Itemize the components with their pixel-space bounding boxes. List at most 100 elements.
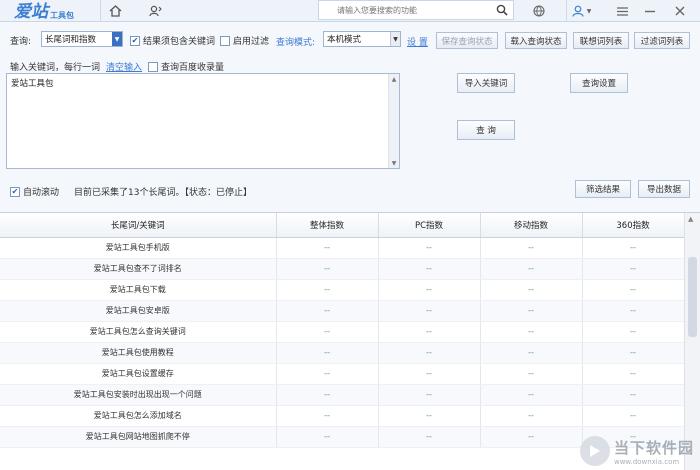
keyword-textarea[interactable]: [7, 74, 389, 168]
input-hint: 输入关键词，每行一词: [10, 63, 101, 73]
scroll-down-icon[interactable]: ▼: [389, 158, 399, 168]
keyword-cell: 爱站工具包使用教程: [0, 342, 277, 364]
index-360-cell: --: [582, 300, 685, 322]
save-state-button[interactable]: 保存查询状态: [436, 32, 498, 49]
query-mode-select[interactable]: 本机模式 ▼: [323, 31, 401, 47]
index-360-cell: --: [582, 321, 685, 343]
query-button[interactable]: 查 询: [457, 120, 515, 140]
results-table: 长尾词/关键词 整体指数 PC指数 移动指数 360指数 爱站工具包手机版 -- -…: [0, 213, 685, 448]
load-state-button[interactable]: 载入查询状态: [505, 32, 567, 49]
auto-scroll-checkbox[interactable]: ✔ 自动滚动: [10, 185, 59, 198]
filter-words-button[interactable]: 过滤词列表: [634, 32, 690, 49]
table-row[interactable]: 爱站工具包手机版 -- -- -- --: [0, 237, 685, 259]
account-icon[interactable]: ▼: [566, 0, 596, 22]
watermark-title: 当下软件园: [613, 438, 694, 457]
settings-link[interactable]: 设 置: [407, 35, 428, 48]
filter-results-button[interactable]: 筛选结果: [575, 180, 631, 198]
export-data-button[interactable]: 导出数据: [638, 180, 690, 198]
chevron-down-icon: ▼: [390, 32, 400, 46]
table-row[interactable]: 爱站工具包安装时出现出现一个问题 -- -- -- --: [0, 384, 685, 406]
mobile-index-cell: --: [480, 405, 583, 427]
table-row[interactable]: 爱站工具包下载 -- -- -- --: [0, 279, 685, 301]
column-header-mobile-index[interactable]: 移动指数: [480, 213, 583, 238]
function-search-box[interactable]: [318, 0, 514, 20]
overall-index-cell: --: [276, 300, 379, 322]
function-search-input[interactable]: [319, 1, 491, 19]
table-scrollbar[interactable]: ▲: [684, 213, 700, 470]
baidu-index-checkbox[interactable]: 查询百度收录量: [148, 60, 224, 73]
overall-index-cell: --: [276, 237, 379, 259]
home-icon: [109, 5, 122, 17]
table-row[interactable]: 爱站工具包怎么添加域名 -- -- -- --: [0, 405, 685, 427]
pc-index-cell: --: [378, 384, 481, 406]
watermark-logo-icon: [579, 436, 610, 466]
query-settings-button[interactable]: 查询设置: [570, 73, 628, 93]
contains-keyword-check[interactable]: ✔: [130, 35, 140, 46]
pc-index-cell: --: [378, 426, 481, 448]
enable-filter-label: 启用过滤: [233, 37, 270, 47]
table-scroll-thumb[interactable]: [688, 257, 697, 337]
pc-index-cell: --: [378, 300, 481, 322]
table-row[interactable]: 爱站工具包安卓版 -- -- -- --: [0, 300, 685, 322]
mobile-index-cell: --: [480, 363, 583, 385]
index-360-cell: --: [582, 405, 685, 427]
textarea-scrollbar[interactable]: ▲ ▼: [388, 74, 399, 168]
collection-status: 目前已采集了13个长尾词。【状态：已停止】: [74, 188, 252, 198]
contains-keyword-checkbox[interactable]: ✔ 结果须包含关键词: [130, 34, 215, 47]
index-360-cell: --: [582, 237, 685, 259]
mobile-index-cell: --: [480, 342, 583, 364]
table-row[interactable]: 爱站工具包使用教程 -- -- -- --: [0, 342, 685, 364]
keyword-cell: 爱站工具包怎么查询关键词: [0, 321, 277, 343]
pc-index-cell: --: [378, 237, 481, 259]
keyword-cell: 爱站工具包网站地图抓爬不停: [0, 426, 277, 448]
table-row[interactable]: 爱站工具包查不了词排名 -- -- -- --: [0, 258, 685, 280]
index-360-cell: --: [582, 384, 685, 406]
pc-index-cell: --: [378, 342, 481, 364]
menu-icon[interactable]: [612, 0, 632, 22]
mobile-index-cell: --: [480, 321, 583, 343]
index-360-cell: --: [582, 279, 685, 301]
overall-index-cell: --: [276, 342, 379, 364]
keyword-cell: 爱站工具包查不了词排名: [0, 258, 277, 280]
query-type-value: 长尾词和指数: [45, 35, 97, 45]
user-manage-button[interactable]: [140, 0, 170, 22]
keyword-cell: 爱站工具包安装时出现出现一个问题: [0, 384, 277, 406]
search-icon[interactable]: [491, 1, 513, 19]
scroll-up-icon[interactable]: ▲: [389, 74, 399, 84]
table-row[interactable]: 爱站工具包怎么查询关键词 -- -- -- --: [0, 321, 685, 343]
index-360-cell: --: [582, 363, 685, 385]
close-icon[interactable]: [670, 0, 690, 22]
ball-icon[interactable]: [528, 0, 550, 22]
enable-filter-check[interactable]: [220, 35, 230, 46]
results-table-container: 长尾词/关键词 整体指数 PC指数 移动指数 360指数 爱站工具包手机版 -- -…: [0, 212, 700, 470]
pc-index-cell: --: [378, 363, 481, 385]
query-label: 查询:: [10, 37, 32, 47]
table-header-row: 长尾词/关键词 整体指数 PC指数 移动指数 360指数: [0, 213, 685, 238]
mobile-index-cell: --: [480, 384, 583, 406]
title-bar: 爱站 工具包 ▼: [0, 0, 700, 22]
query-type-select[interactable]: 长尾词和指数 ▼: [41, 31, 123, 47]
mobile-index-cell: --: [480, 300, 583, 322]
column-header-keyword[interactable]: 长尾词/关键词: [0, 213, 277, 238]
overall-index-cell: --: [276, 384, 379, 406]
related-words-button[interactable]: 联想词列表: [573, 32, 629, 49]
home-button[interactable]: [100, 0, 130, 22]
input-panel-header: 输入关键词，每行一词 清空输入 查询百度收录量: [10, 60, 224, 73]
enable-filter-checkbox[interactable]: 启用过滤: [220, 34, 269, 47]
keyword-cell: 爱站工具包怎么添加域名: [0, 405, 277, 427]
scroll-up-icon[interactable]: ▲: [688, 215, 693, 223]
overall-index-cell: --: [276, 321, 379, 343]
baidu-index-check[interactable]: [148, 61, 159, 72]
minimize-icon[interactable]: [640, 0, 660, 22]
clear-input-link[interactable]: 清空输入: [106, 60, 142, 73]
column-header-overall-index[interactable]: 整体指数: [276, 213, 379, 238]
column-header-360-index[interactable]: 360指数: [582, 213, 685, 238]
table-row[interactable]: 爱站工具包设置缓存 -- -- -- --: [0, 363, 685, 385]
auto-scroll-check[interactable]: ✔: [10, 186, 20, 197]
pc-index-cell: --: [378, 405, 481, 427]
import-keywords-button[interactable]: 导入关键词: [457, 73, 515, 93]
site-watermark: 当下软件园 www.downxia.com: [579, 436, 694, 466]
mobile-index-cell: --: [480, 426, 583, 448]
column-header-pc-index[interactable]: PC指数: [378, 213, 481, 238]
pc-index-cell: --: [378, 321, 481, 343]
